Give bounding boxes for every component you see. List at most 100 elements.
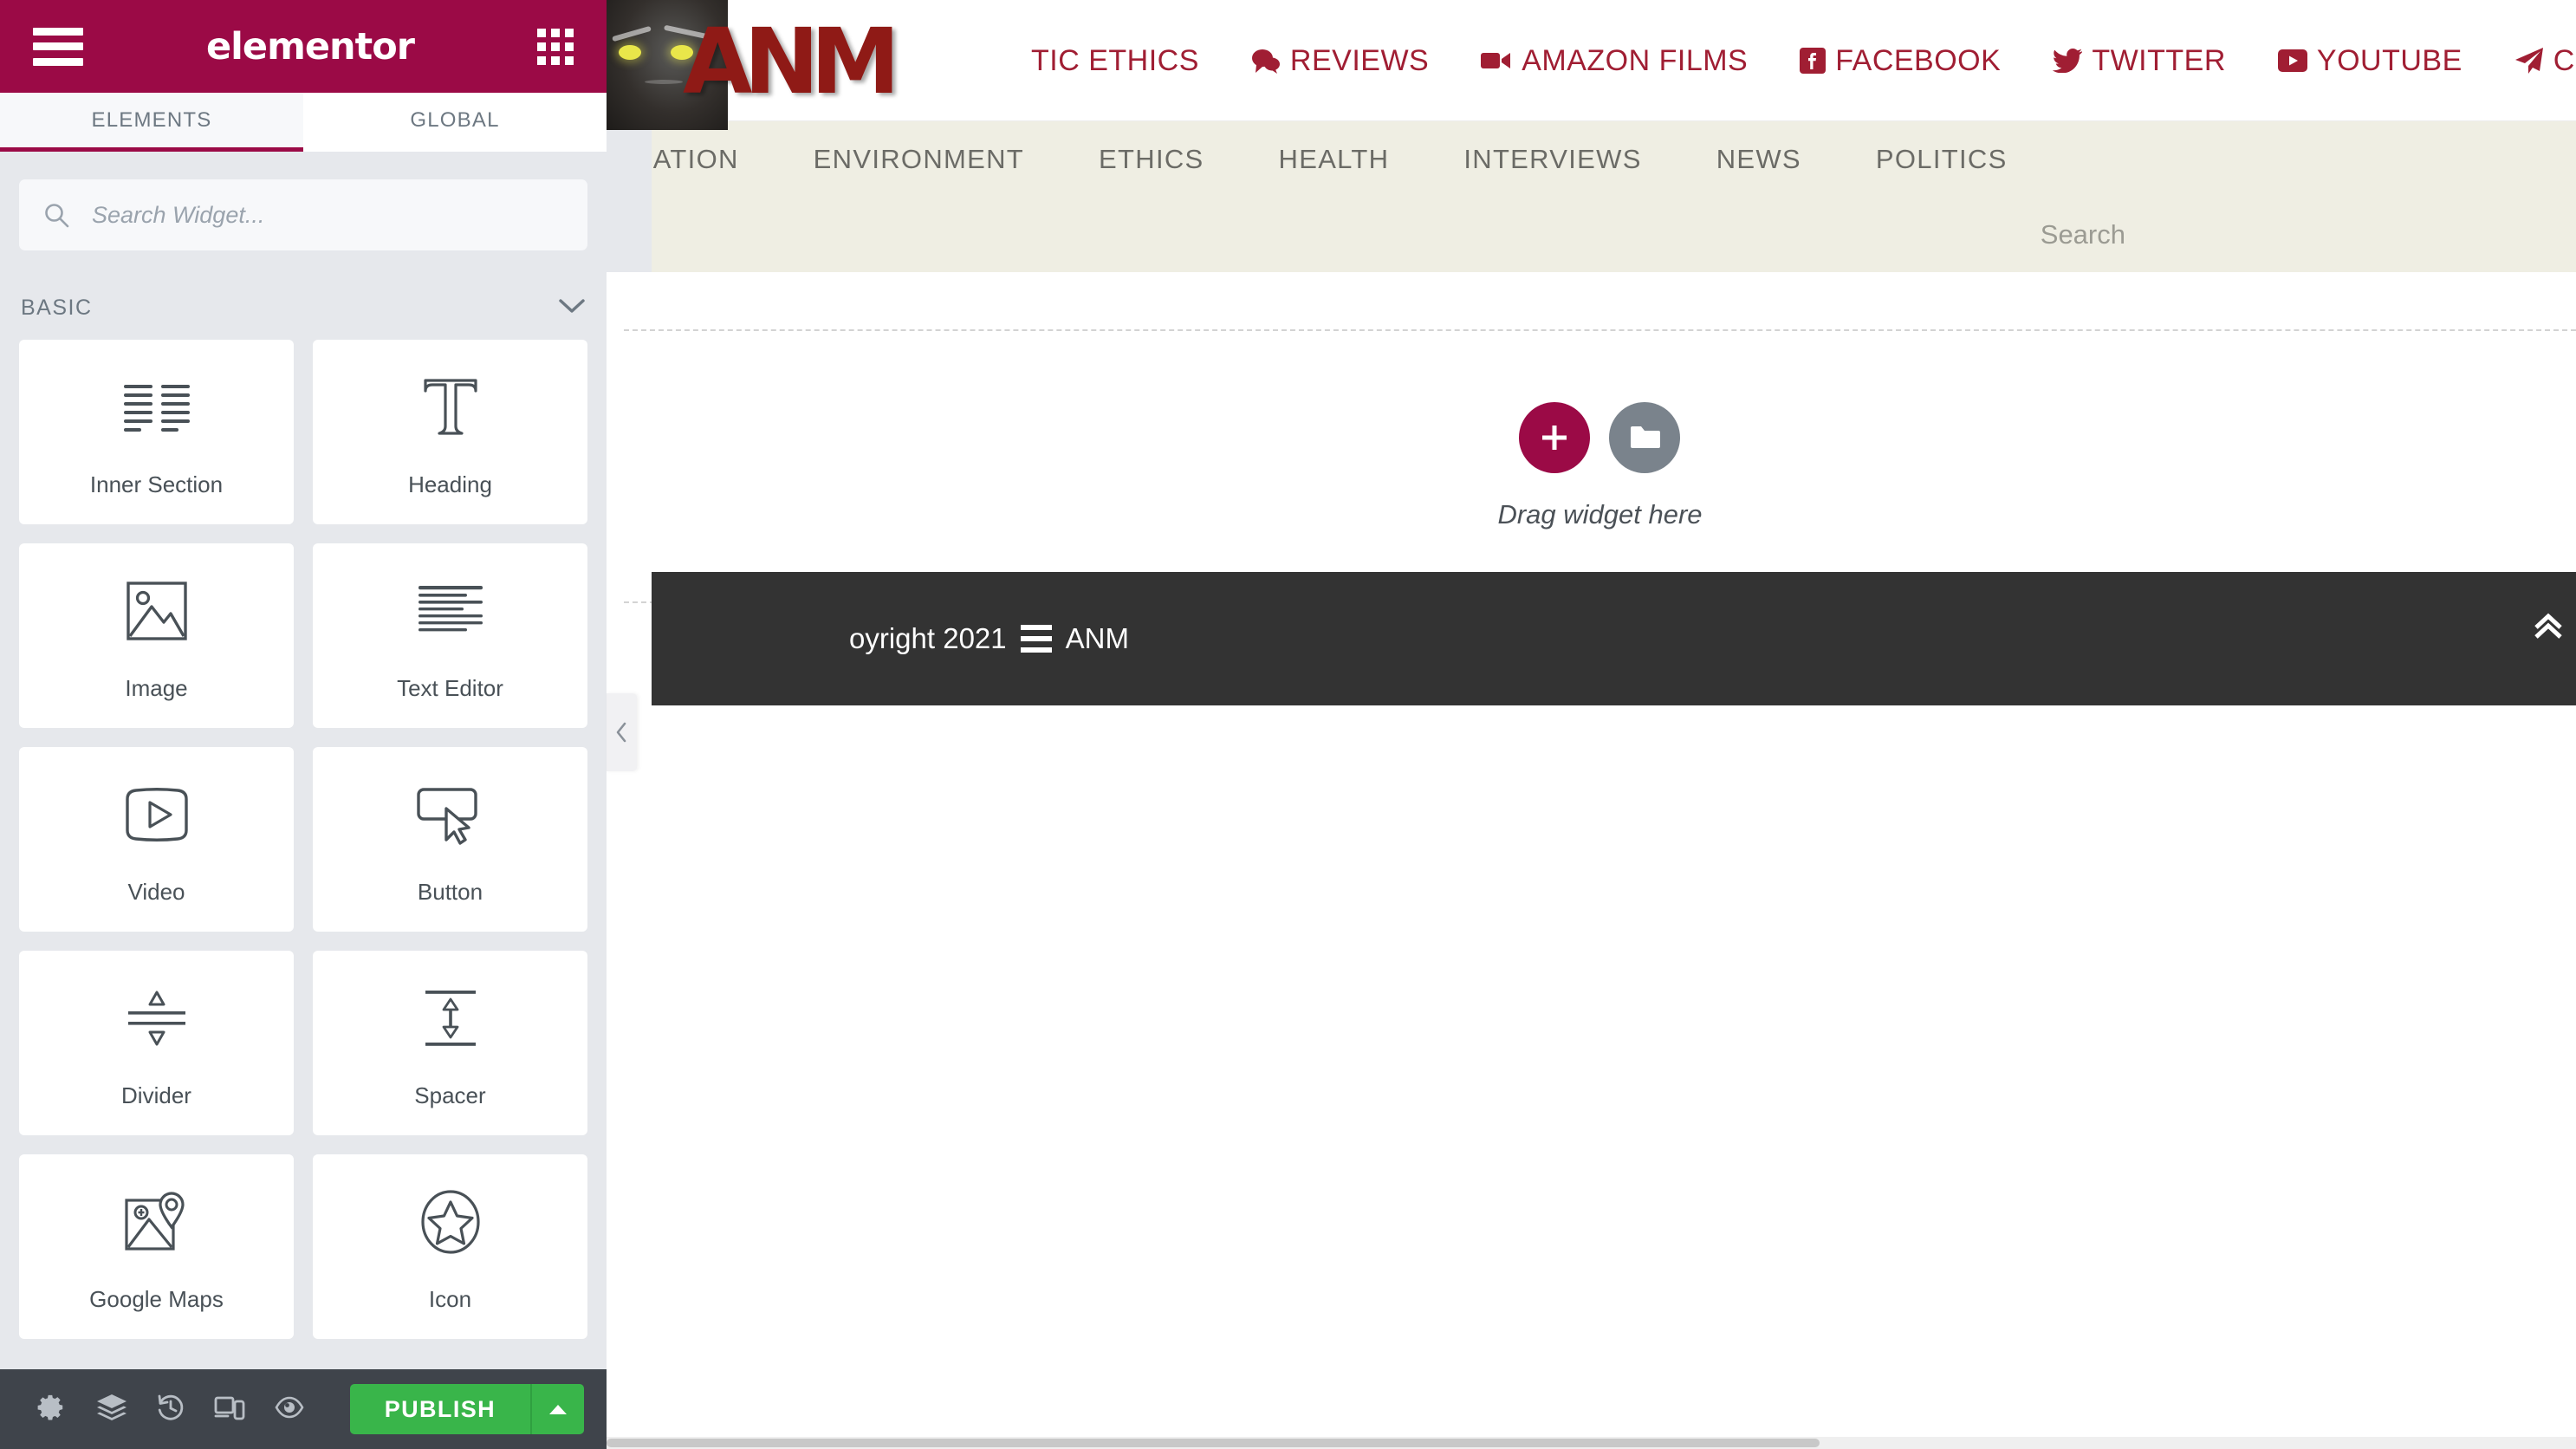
widget-image[interactable]: Image <box>19 543 294 728</box>
add-template-button[interactable] <box>1609 402 1681 473</box>
photo-detail <box>612 25 652 42</box>
publish-button[interactable]: PUBLISH <box>349 1384 531 1434</box>
hamburger-icon <box>1020 625 1052 653</box>
widget-label: Image <box>125 675 188 701</box>
widget-label: Divider <box>121 1082 191 1108</box>
site-footer: oyright 2021 ANM <box>652 572 2576 705</box>
google-maps-icon <box>123 1180 191 1264</box>
caret-up-icon <box>549 1405 568 1414</box>
widget-label: Video <box>127 879 185 905</box>
chevron-left-icon <box>616 722 626 743</box>
topnav-label: YOUTUBE <box>2316 43 2462 77</box>
twitter-icon <box>2053 49 2083 73</box>
paper-plane-icon <box>2514 47 2544 75</box>
topnav-label: TIC ETHICS <box>1031 43 1199 77</box>
topnav-item-facebook[interactable]: FACEBOOK <box>1800 44 2001 78</box>
widget-spacer[interactable]: Spacer <box>313 951 587 1135</box>
navigator-button[interactable] <box>81 1369 140 1449</box>
category-title: BASIC <box>21 296 93 320</box>
history-button[interactable] <box>141 1369 200 1449</box>
topnav-item-youtube[interactable]: YOUTUBE <box>2277 43 2462 78</box>
topnav-item-tic-ethics[interactable]: TIC ETHICS <box>1031 44 1199 78</box>
topnav-label: FACEBOOK <box>1835 43 2002 77</box>
category-header-basic[interactable]: BASIC <box>19 250 587 340</box>
topnav-item-twitter[interactable]: TWITTER <box>2053 44 2226 78</box>
search-input[interactable] <box>92 201 563 229</box>
widget-video[interactable]: Video <box>19 747 294 932</box>
scrollbar-thumb[interactable] <box>607 1439 1820 1447</box>
search-widget-box[interactable] <box>19 179 587 250</box>
panel-footer: PUBLISH <box>0 1369 607 1449</box>
widget-google-maps[interactable]: Google Maps <box>19 1154 294 1339</box>
tab-elements[interactable]: ELEMENTS <box>0 93 303 152</box>
add-new-section-button[interactable] <box>1519 402 1591 473</box>
subnav-item-politics[interactable]: POLITICS <box>1876 144 2008 175</box>
drop-zone: Drag widget here <box>1497 402 1703 530</box>
drop-zone-label: Drag widget here <box>1497 499 1703 530</box>
subnav-item-environment[interactable]: ENVIRONMENT <box>814 144 1024 175</box>
canvas-horizontal-scrollbar[interactable] <box>607 1437 2576 1449</box>
empty-section-placeholder[interactable]: Drag widget here <box>624 329 2576 603</box>
grid-apps-icon[interactable] <box>536 28 574 65</box>
drop-zone-buttons <box>1519 402 1681 473</box>
widget-icon[interactable]: Icon <box>313 1154 587 1339</box>
folder-icon <box>1631 426 1661 448</box>
image-icon <box>126 569 188 653</box>
widget-inner-section[interactable]: Inner Section <box>19 340 294 524</box>
footer-copyright: oyright 2021 ANM <box>849 622 1129 655</box>
panel-collapse-handle[interactable] <box>607 693 637 771</box>
widget-label: Text Editor <box>397 675 503 701</box>
widget-divider[interactable]: Divider <box>19 951 294 1135</box>
widget-text-editor[interactable]: Text Editor <box>313 543 587 728</box>
site-search-label[interactable]: Search <box>2041 219 2125 250</box>
heading-t-icon <box>421 366 480 449</box>
subnav-item-news[interactable]: NEWS <box>1716 144 1801 175</box>
subnav-item-interviews[interactable]: INTERVIEWS <box>1463 144 1641 175</box>
canvas-bottom-strip <box>652 750 2576 801</box>
photo-detail <box>645 80 683 84</box>
gear-icon <box>37 1393 67 1426</box>
panel-header: elementor <box>0 0 607 93</box>
publish-options-button[interactable] <box>530 1384 585 1434</box>
footer-copyright-text: oyright 2021 <box>849 622 1007 654</box>
chevron-down-icon <box>558 297 586 319</box>
widget-label: Spacer <box>414 1082 486 1108</box>
page-preview-canvas: ANM TIC ETHICS REVIEWS AMAZON FILMS FACE… <box>607 0 2576 1449</box>
topnav-item-amazon-films[interactable]: AMAZON FILMS <box>1481 44 1748 78</box>
subnav-item-health[interactable]: HEALTH <box>1279 144 1390 175</box>
site-logo[interactable]: ANM <box>607 0 1014 130</box>
chevron-double-up-icon[interactable] <box>2529 608 2567 651</box>
widget-grid: Inner Section Heading Image Text Editor … <box>19 340 587 1339</box>
site-top-bar: ANM TIC ETHICS REVIEWS AMAZON FILMS FACE… <box>607 0 2576 130</box>
settings-button[interactable] <box>23 1369 81 1449</box>
topnav-label: REVIEWS <box>1289 43 1430 77</box>
responsive-mode-button[interactable] <box>200 1369 259 1449</box>
topnav-label: AMAZON FILMS <box>1522 43 1749 77</box>
search-icon <box>45 204 69 228</box>
photo-eye-left <box>619 45 641 60</box>
topnav-item-reviews[interactable]: REVIEWS <box>1251 44 1429 78</box>
widget-heading[interactable]: Heading <box>313 340 587 524</box>
site-logo-text: ANM <box>683 9 900 114</box>
preview-button[interactable] <box>259 1369 318 1449</box>
subnav-item-ethics[interactable]: ETHICS <box>1099 144 1204 175</box>
comments-icon <box>1251 48 1281 74</box>
panel-tabs: ELEMENTS GLOBAL <box>0 93 607 152</box>
editor-canvas: Drag widget here oyright 2021 ANM <box>607 272 2576 1449</box>
publish-control: PUBLISH <box>349 1384 585 1434</box>
widget-label: Heading <box>408 471 492 497</box>
responsive-devices-icon <box>214 1394 245 1425</box>
tab-global[interactable]: GLOBAL <box>303 93 607 152</box>
facebook-icon <box>1800 48 1827 74</box>
hamburger-icon[interactable] <box>33 27 83 66</box>
topnav-label: TWITTER <box>2092 43 2226 77</box>
site-category-nav: ERTECH EDUCATION ENVIRONMENT ETHICS HEAL… <box>607 121 2576 198</box>
text-editor-icon <box>417 569 484 653</box>
widget-button[interactable]: Button <box>313 747 587 932</box>
widget-label: Button <box>417 879 483 905</box>
topnav-item-contact[interactable]: CON <box>2514 44 2576 78</box>
video-camera-icon <box>1481 49 1512 72</box>
panel-body: BASIC <box>0 152 607 1369</box>
elementor-editor: ANM TIC ETHICS REVIEWS AMAZON FILMS FACE… <box>0 0 2576 1449</box>
widget-label: Inner Section <box>89 471 224 497</box>
